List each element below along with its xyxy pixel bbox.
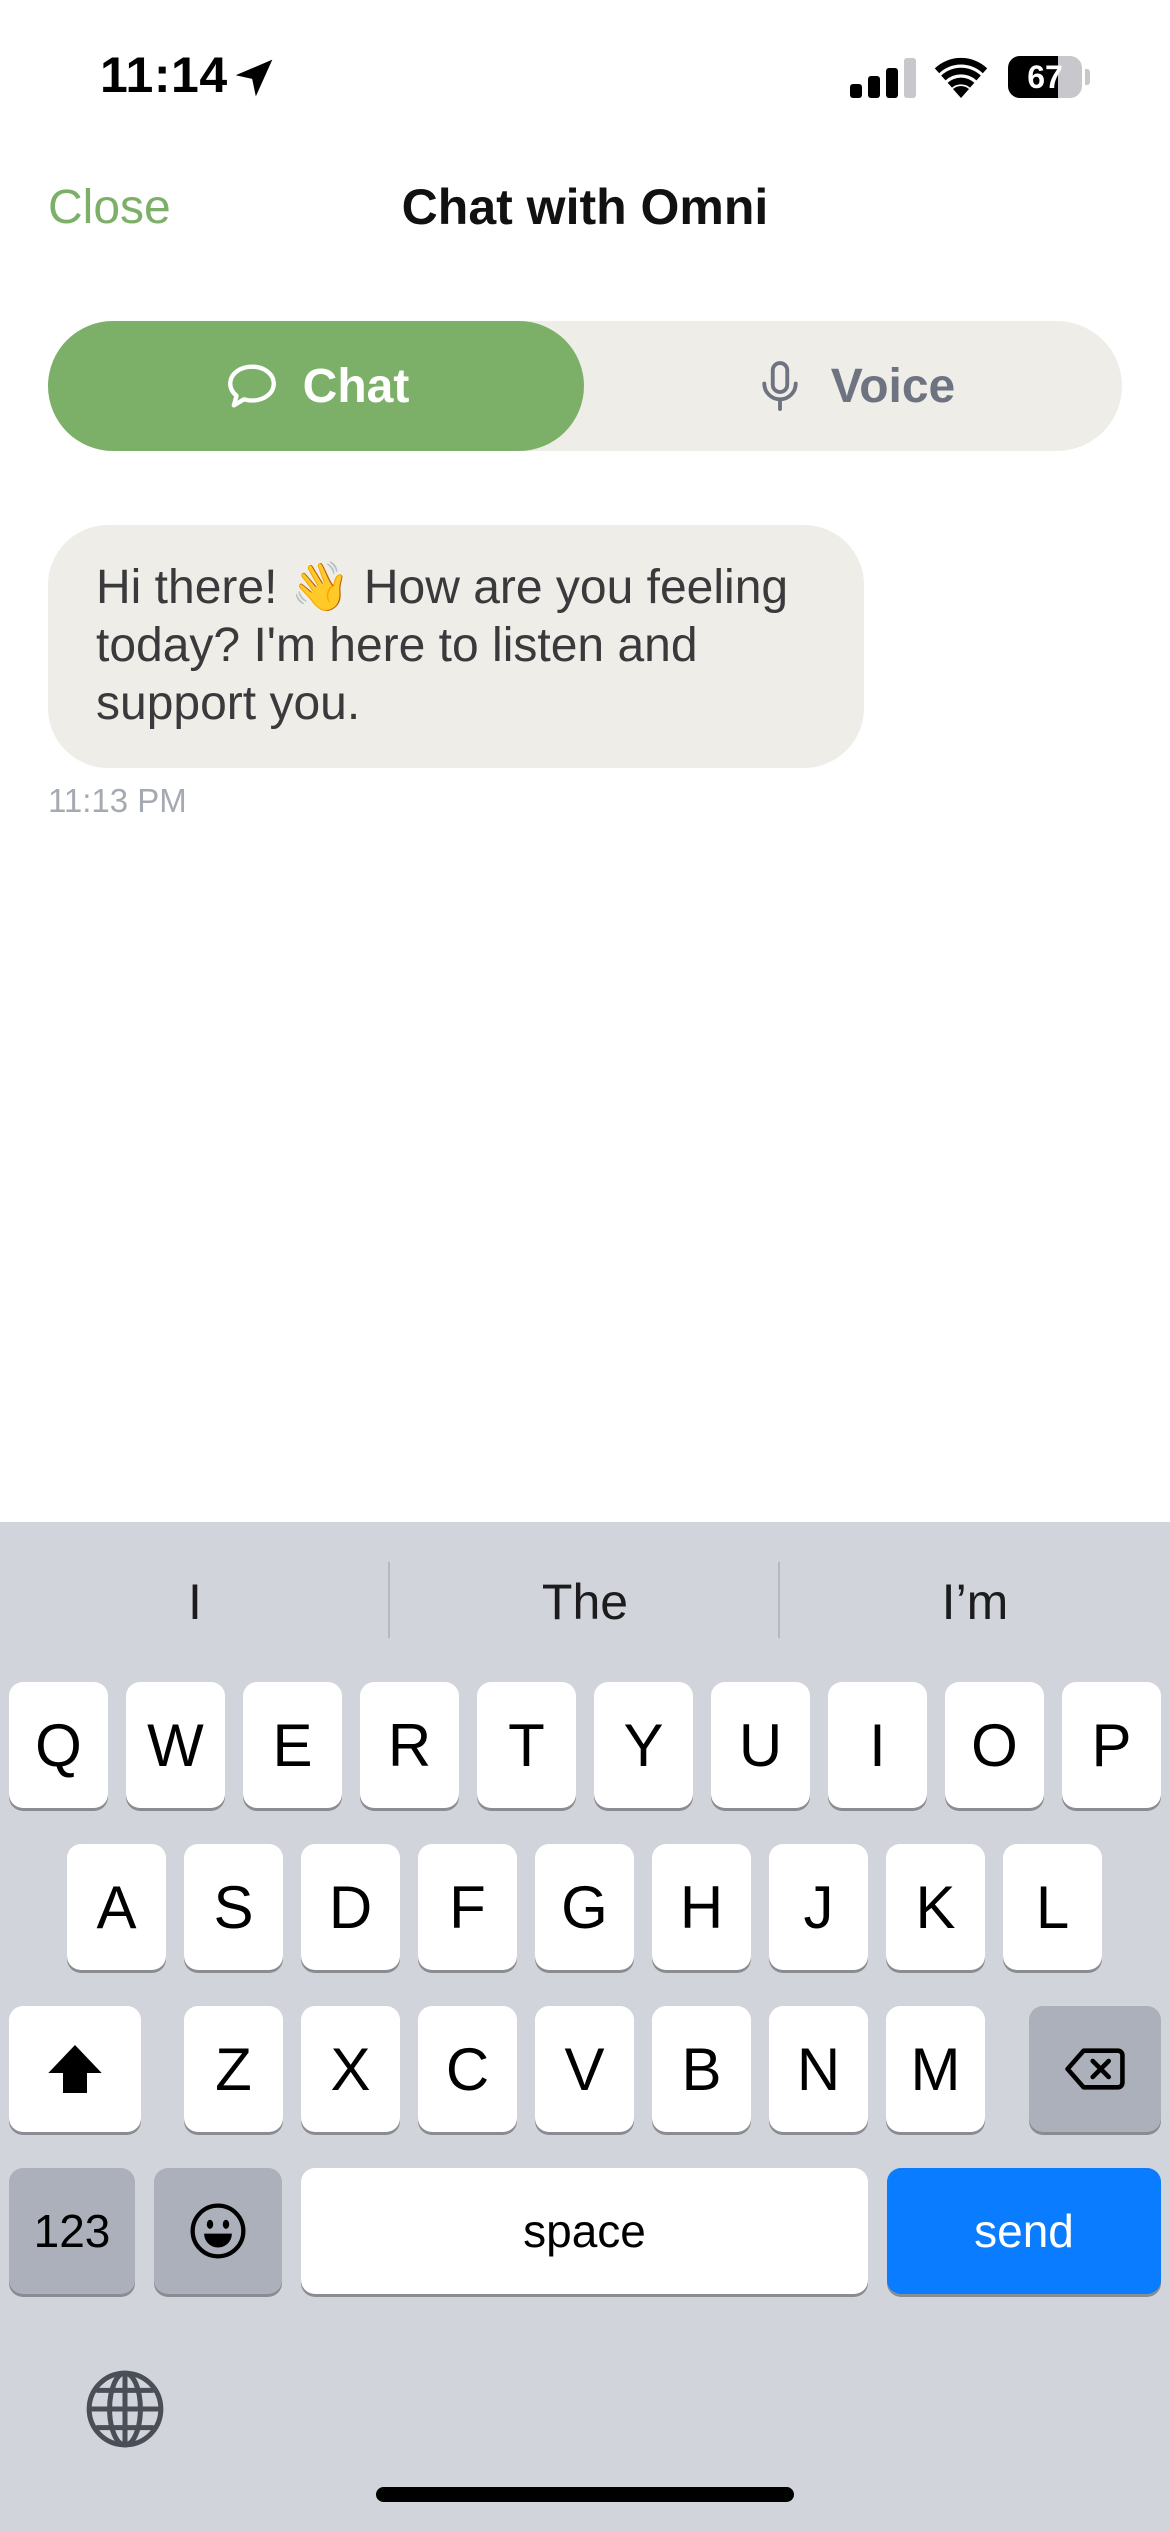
key-i[interactable]: I xyxy=(828,1682,927,1808)
key-p[interactable]: P xyxy=(1062,1682,1161,1808)
suggestion-1[interactable]: I xyxy=(0,1562,390,1642)
key-h[interactable]: H xyxy=(652,1844,751,1970)
battery-tip xyxy=(1085,69,1090,85)
key-u[interactable]: U xyxy=(711,1682,810,1808)
key-y[interactable]: Y xyxy=(594,1682,693,1808)
key-b[interactable]: B xyxy=(652,2006,751,2132)
tab-chat[interactable]: Chat xyxy=(48,321,584,451)
microphone-icon xyxy=(762,361,798,411)
key-n[interactable]: N xyxy=(769,2006,868,2132)
home-indicator xyxy=(376,2487,794,2502)
suggestion-3[interactable]: I’m xyxy=(780,1562,1170,1642)
key-k[interactable]: K xyxy=(886,1844,985,1970)
key-d[interactable]: D xyxy=(301,1844,400,1970)
shift-arrow-icon xyxy=(48,2045,102,2093)
space-key[interactable]: space xyxy=(301,2168,868,2294)
mode-switch: Chat Voice xyxy=(48,321,1122,451)
page-title: Chat with Omni xyxy=(401,179,769,235)
key-w[interactable]: W xyxy=(126,1682,225,1808)
key-z[interactable]: Z xyxy=(184,2006,283,2132)
key-m[interactable]: M xyxy=(886,2006,985,2132)
battery-icon: 67 xyxy=(1008,56,1090,98)
send-key[interactable]: send xyxy=(887,2168,1161,2294)
chat-bubble-icon xyxy=(227,364,276,408)
tab-voice-label: Voice xyxy=(830,359,956,413)
emoji-key[interactable] xyxy=(154,2168,282,2294)
key-q[interactable]: Q xyxy=(9,1682,108,1808)
wifi-icon xyxy=(934,57,988,98)
message-timestamp: 11:13 PM xyxy=(48,782,187,819)
key-l[interactable]: L xyxy=(1003,1844,1102,1970)
predictive-text-bar: I The I’m xyxy=(0,1522,1170,1678)
key-t[interactable]: T xyxy=(477,1682,576,1808)
key-s[interactable]: S xyxy=(184,1844,283,1970)
shift-key[interactable] xyxy=(9,2006,141,2132)
status-bar: 11:14 67 xyxy=(0,0,1170,150)
cellular-signal-icon xyxy=(850,58,916,98)
key-c[interactable]: C xyxy=(418,2006,517,2132)
key-o[interactable]: O xyxy=(945,1682,1044,1808)
tab-voice[interactable]: Voice xyxy=(584,321,1122,451)
numbers-key[interactable]: 123 xyxy=(9,2168,135,2294)
key-x[interactable]: X xyxy=(301,2006,400,2132)
key-r[interactable]: R xyxy=(360,1682,459,1808)
status-time: 11:14 xyxy=(100,47,228,103)
backspace-icon xyxy=(1065,2048,1125,2090)
suggestion-2[interactable]: The xyxy=(390,1562,780,1642)
tab-chat-label: Chat xyxy=(302,359,410,413)
battery-body: 67 xyxy=(1008,56,1082,98)
key-e[interactable]: E xyxy=(243,1682,342,1808)
keyboard: I The I’m Q W E R T Y U I O P A S D F G … xyxy=(0,1522,1170,2532)
assistant-message-bubble: Hi there! 👋 How are you feeling today? I… xyxy=(48,525,864,768)
key-j[interactable]: J xyxy=(769,1844,868,1970)
battery-level: 67 xyxy=(1027,59,1063,95)
message-text: Hi there! 👋 How are you feeling today? I… xyxy=(96,561,789,730)
key-f[interactable]: F xyxy=(418,1844,517,1970)
globe-icon[interactable] xyxy=(82,2366,168,2452)
emoji-icon xyxy=(190,2203,246,2259)
key-g[interactable]: G xyxy=(535,1844,634,1970)
delete-key[interactable] xyxy=(1029,2006,1161,2132)
location-arrow-icon xyxy=(235,59,273,97)
key-a[interactable]: A xyxy=(67,1844,166,1970)
key-v[interactable]: V xyxy=(535,2006,634,2132)
